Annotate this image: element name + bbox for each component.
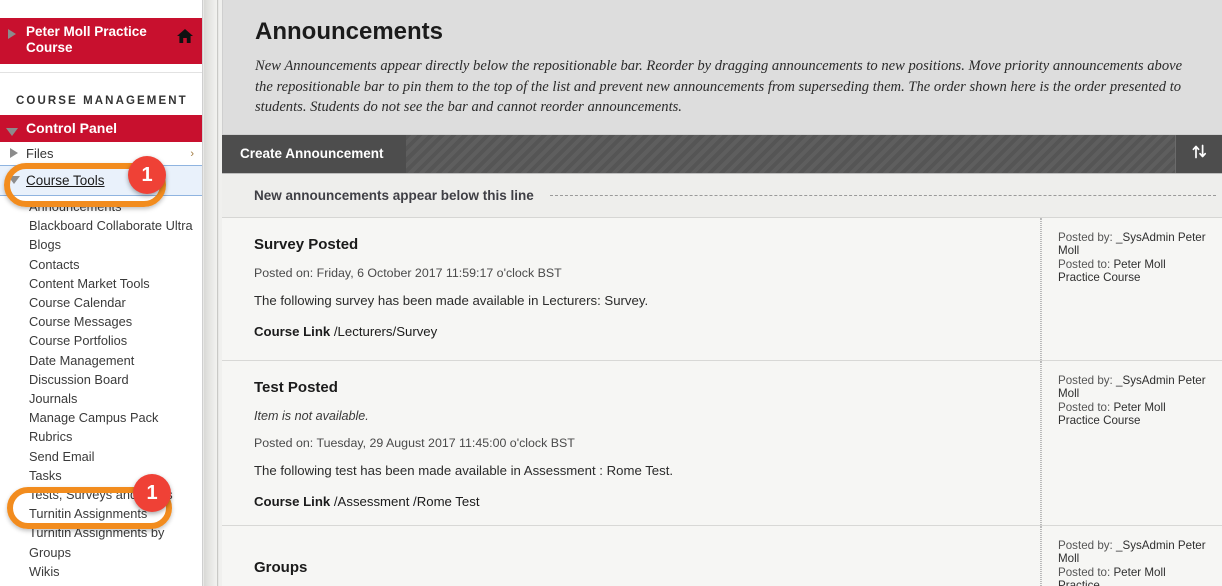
posted-to-label: Posted to: bbox=[1058, 565, 1111, 579]
annotation-badge-1: 1 bbox=[128, 156, 166, 194]
triangle-down-icon[interactable] bbox=[6, 128, 18, 136]
posted-to: Posted to: Peter Moll Practice Course bbox=[1058, 401, 1210, 428]
main-content: Announcements New Announcements appear d… bbox=[219, 0, 1222, 586]
annotation-badge-number: 1 bbox=[141, 163, 153, 186]
tool-item-turnitin-assignments-by-groups[interactable]: Turnitin Assignments by Groups bbox=[29, 523, 202, 561]
announcement-body: Survey Posted Posted on: Friday, 6 Octob… bbox=[222, 217, 1041, 360]
page-title: Announcements bbox=[255, 18, 444, 45]
announcement-posted-on: Posted on: Tuesday, 29 August 2017 11:45… bbox=[254, 435, 575, 450]
divider-label: New announcements appear below this line bbox=[254, 187, 534, 203]
tool-item-wikis[interactable]: Wikis bbox=[29, 562, 202, 581]
sort-updown-icon bbox=[1191, 143, 1208, 165]
sidebar-item-files[interactable]: Files › bbox=[0, 142, 202, 165]
tool-item-blogs[interactable]: Blogs bbox=[29, 235, 202, 254]
tool-item-content-market-tools[interactable]: Content Market Tools bbox=[29, 274, 202, 293]
posted-to: Posted to: Peter Moll Practice bbox=[1058, 566, 1210, 586]
announcement-title[interactable]: Test Posted bbox=[254, 379, 1020, 396]
tool-item-course-calendar[interactable]: Course Calendar bbox=[29, 293, 202, 312]
home-icon[interactable] bbox=[176, 28, 194, 44]
tool-item-discussion-board[interactable]: Discussion Board bbox=[29, 370, 202, 389]
announcement-row[interactable]: Survey Posted Posted on: Friday, 6 Octob… bbox=[222, 217, 1222, 361]
repositionable-bar[interactable] bbox=[406, 135, 1175, 173]
tool-item-blackboard-collaborate-ultra[interactable]: Blackboard Collaborate Ultra bbox=[29, 216, 202, 235]
screenshot-root: Peter Moll Practice Course COURSE MANAGE… bbox=[0, 0, 1222, 586]
tool-item-send-email[interactable]: Send Email bbox=[29, 447, 202, 466]
announcement-text: The following test has been made availab… bbox=[254, 462, 674, 478]
tool-item-manage-campus-pack[interactable]: Manage Campus Pack bbox=[29, 408, 202, 427]
create-announcement-button[interactable]: Create Announcement bbox=[222, 134, 406, 173]
posted-by: Posted by: _SysAdmin Peter Moll bbox=[1058, 539, 1210, 566]
course-banner-title: Peter Moll Practice Course bbox=[26, 24, 147, 55]
action-bar: Create Announcement bbox=[222, 134, 1222, 174]
announcement-meta: Posted by: _SysAdmin Peter Moll Posted t… bbox=[1041, 360, 1222, 525]
course-link-path: /Assessment /Rome Test bbox=[333, 493, 480, 509]
page-description: New Announcements appear directly below … bbox=[255, 58, 1183, 115]
tool-item-journals[interactable]: Journals bbox=[29, 389, 202, 408]
posted-by-label: Posted by: bbox=[1058, 538, 1113, 552]
announcement-meta: Posted by: _SysAdmin Peter Moll Posted t… bbox=[1041, 217, 1222, 360]
posted-by: Posted by: _SysAdmin Peter Moll bbox=[1058, 374, 1210, 401]
announcement-row[interactable]: Test Posted Item is not available. Poste… bbox=[222, 360, 1222, 526]
announcement-row[interactable]: Groups Posted by: _SysAdmin Peter Moll P… bbox=[222, 525, 1222, 586]
tool-item-date-management[interactable]: Date Management bbox=[29, 351, 202, 370]
triangle-right-icon[interactable] bbox=[8, 29, 16, 39]
announcement-course-link[interactable]: Course Link /Assessment /Rome Test bbox=[254, 494, 1020, 509]
triangle-right-icon[interactable] bbox=[10, 148, 18, 158]
posted-by-label: Posted by: bbox=[1058, 373, 1113, 387]
sort-button[interactable] bbox=[1175, 134, 1222, 173]
new-announcements-divider: New announcements appear below this line bbox=[222, 173, 1222, 218]
posted-by: Posted by: _SysAdmin Peter Moll bbox=[1058, 231, 1210, 258]
course-link-label: Course Link bbox=[254, 493, 331, 509]
announcement-course-link[interactable]: Course Link /Lecturers/Survey bbox=[254, 324, 1020, 339]
sidebar-gutter bbox=[204, 0, 218, 586]
announcement-meta: Posted by: _SysAdmin Peter Moll Posted t… bbox=[1041, 525, 1222, 586]
create-announcement-label: Create Announcement bbox=[240, 146, 384, 161]
announcement-posted-on: Posted on: Friday, 6 October 2017 11:59:… bbox=[254, 265, 562, 280]
annotation-badge-2: 1 bbox=[133, 474, 171, 512]
annotation-badge-number: 1 bbox=[146, 481, 158, 504]
course-management-heading: COURSE MANAGEMENT bbox=[0, 72, 202, 115]
announcement-body: Groups bbox=[222, 525, 1041, 586]
tool-item-tasks[interactable]: Tasks bbox=[29, 466, 202, 485]
course-link-label: Course Link bbox=[254, 323, 331, 339]
posted-to: Posted to: Peter Moll Practice Course bbox=[1058, 258, 1210, 285]
posted-to-label: Posted to: bbox=[1058, 400, 1111, 414]
announcement-text: The following survey has been made avail… bbox=[254, 292, 649, 308]
tool-item-contacts[interactable]: Contacts bbox=[29, 255, 202, 274]
chevron-right-icon: › bbox=[190, 148, 194, 160]
announcement-availability: Item is not available. bbox=[254, 408, 369, 423]
divider-dashed-line bbox=[549, 194, 1216, 196]
announcement-body: Test Posted Item is not available. Poste… bbox=[222, 360, 1041, 525]
tool-item-course-portfolios[interactable]: Course Portfolios bbox=[29, 331, 202, 350]
sidebar-item-label: Files bbox=[26, 146, 54, 161]
posted-to-label: Posted to: bbox=[1058, 257, 1111, 271]
tool-item-course-messages[interactable]: Course Messages bbox=[29, 312, 202, 331]
control-panel-header[interactable]: Control Panel bbox=[0, 115, 202, 142]
announcement-title[interactable]: Survey Posted bbox=[254, 236, 1020, 253]
page-header: Announcements New Announcements appear d… bbox=[222, 0, 1222, 135]
tool-item-rubrics[interactable]: Rubrics bbox=[29, 427, 202, 446]
course-banner[interactable]: Peter Moll Practice Course bbox=[0, 18, 202, 64]
announcement-title[interactable]: Groups bbox=[254, 559, 1020, 576]
control-panel-label: Control Panel bbox=[26, 120, 118, 136]
posted-by-label: Posted by: bbox=[1058, 230, 1113, 244]
course-link-path: /Lecturers/Survey bbox=[333, 323, 438, 339]
